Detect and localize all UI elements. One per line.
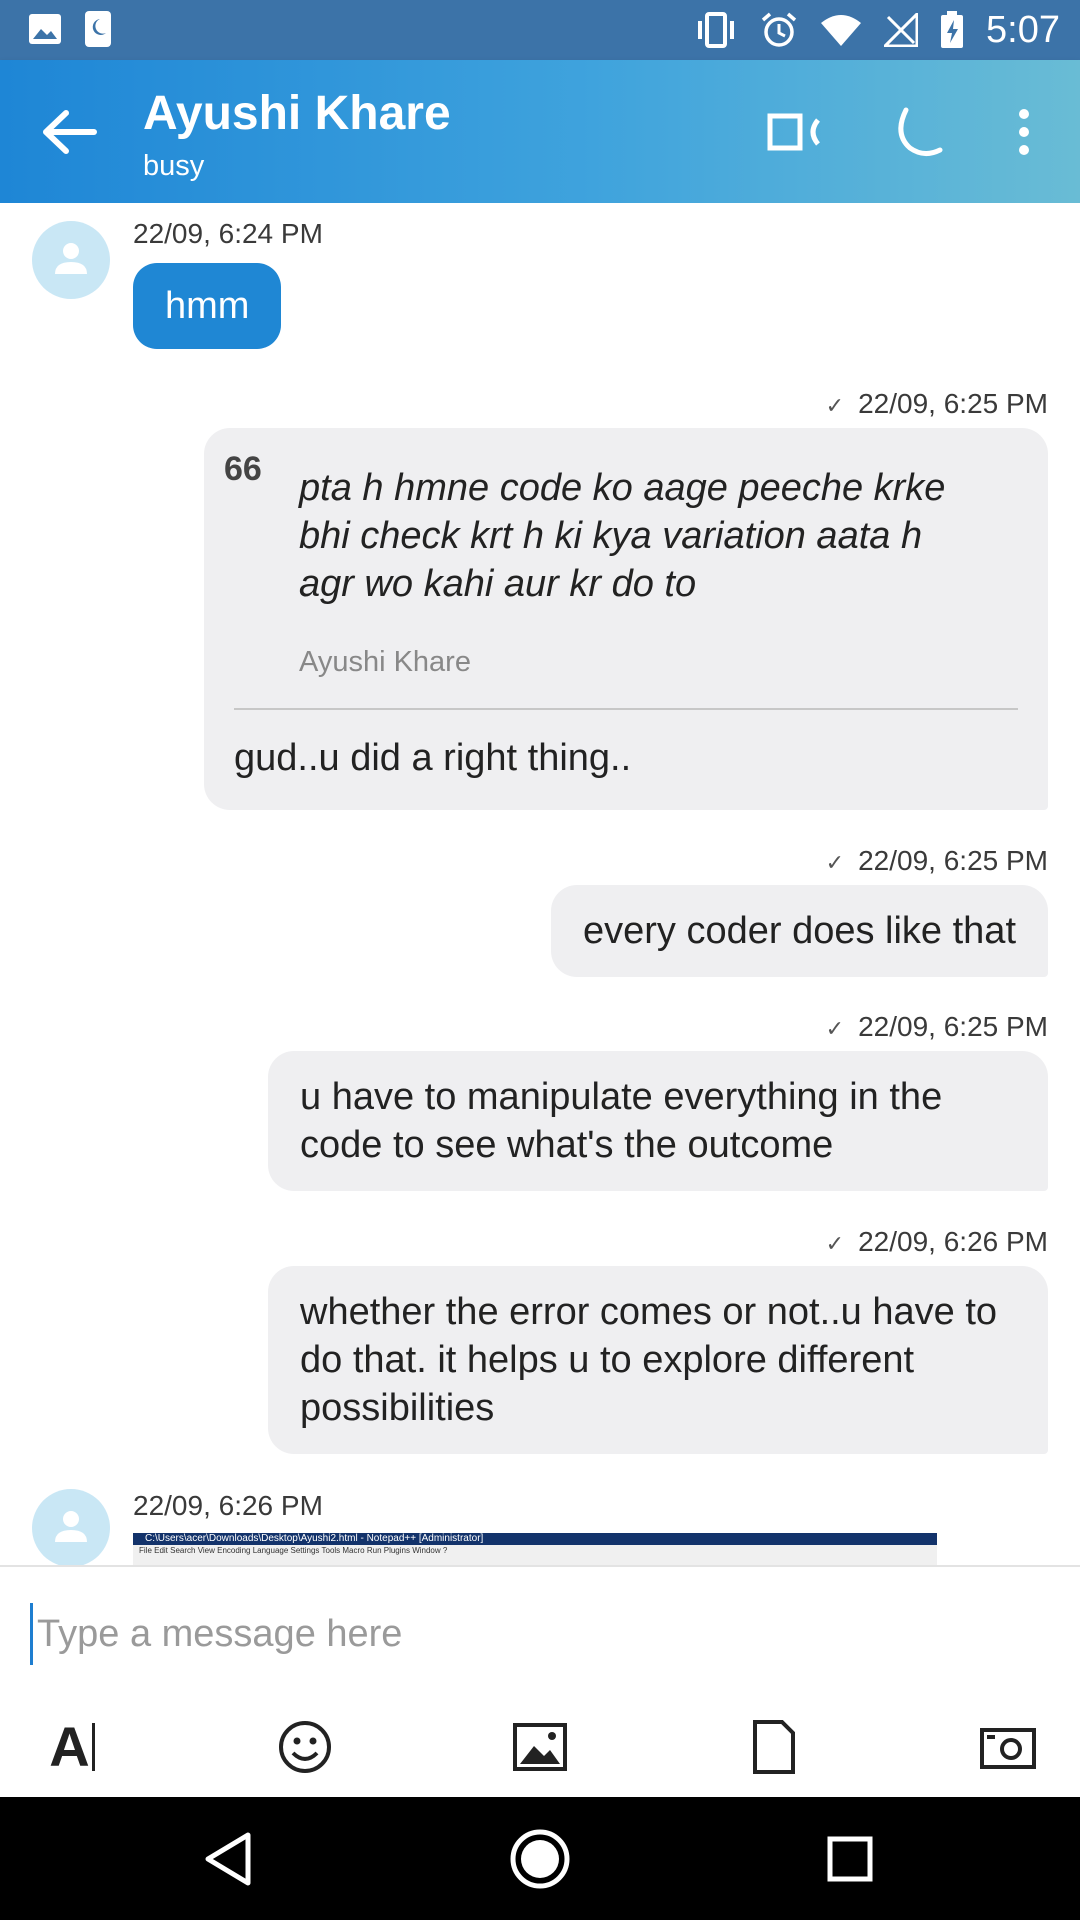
attachment-window-title: C:\Users\acer\Downloads\Desktop\Ayushi2.…	[145, 1533, 484, 1544]
more-vert-icon[interactable]	[1000, 104, 1048, 160]
outgoing-message-bubble[interactable]: every coder does like that	[550, 885, 1048, 977]
message-timestamp: 22/09, 6:26 PM	[133, 1490, 323, 1521]
back-arrow-icon[interactable]	[40, 104, 100, 160]
home-icon[interactable]	[508, 1827, 572, 1891]
chat-header: Ayushi Khare busy	[0, 60, 1080, 203]
message-list[interactable]: 22/09, 6:24 PM hmm ✓ 22/09, 6:25 PM 66 pt…	[0, 203, 1080, 1565]
no-sim-icon	[884, 13, 919, 47]
reply-text: gud..u did a right thing..	[234, 737, 632, 779]
do-not-disturb-icon	[84, 10, 112, 48]
emoji-icon[interactable]	[273, 1715, 337, 1779]
image-attach-icon[interactable]	[508, 1715, 572, 1779]
message-timestamp: 22/09, 6:24 PM	[133, 218, 323, 249]
quoted-text: pta h hmne code ko aage peeche krke bhi …	[299, 467, 946, 605]
contact-name[interactable]: Ayushi Khare	[143, 84, 451, 144]
outgoing-message-bubble[interactable]: u have to manipulate everything in the c…	[268, 1051, 1048, 1191]
back-icon[interactable]	[198, 1827, 262, 1891]
message-composer: A	[0, 1565, 1080, 1799]
alarm-icon	[760, 11, 798, 49]
message-input[interactable]	[30, 1603, 1039, 1665]
voice-call-icon[interactable]	[888, 104, 948, 160]
message-timestamp: ✓ 22/09, 6:25 PM	[825, 1011, 1048, 1042]
sent-check-icon: ✓	[825, 1231, 845, 1256]
image-attachment[interactable]: C:\Users\acer\Downloads\Desktop\Ayushi2.…	[133, 1533, 937, 1565]
vibrate-icon	[694, 12, 738, 48]
battery-charging-icon	[940, 11, 964, 49]
message-timestamp: ✓ 22/09, 6:25 PM	[825, 388, 1048, 419]
quote-divider	[234, 708, 1018, 710]
text-format-icon[interactable]: A	[40, 1715, 104, 1779]
outgoing-quoted-message-bubble[interactable]: 66 pta h hmne code ko aage peeche krke b…	[204, 428, 1048, 810]
incoming-message-bubble[interactable]: hmm	[133, 263, 282, 349]
quoted-author: Ayushi Khare	[299, 646, 471, 678]
clock-time: 5:07	[986, 9, 1060, 51]
status-bar: 5:07	[0, 0, 1080, 60]
image-icon	[28, 13, 62, 45]
sent-check-icon: ✓	[825, 1016, 845, 1041]
video-call-icon[interactable]	[766, 104, 826, 160]
system-nav-bar	[0, 1797, 1080, 1920]
file-attach-icon[interactable]	[742, 1715, 806, 1779]
quote-icon: 66	[224, 450, 262, 488]
message-timestamp: ✓ 22/09, 6:25 PM	[825, 845, 1048, 876]
wifi-icon	[820, 13, 862, 47]
message-timestamp: ✓ 22/09, 6:26 PM	[825, 1226, 1048, 1257]
contact-avatar[interactable]	[32, 221, 110, 299]
sent-check-icon: ✓	[825, 393, 845, 418]
outgoing-message-bubble[interactable]: whether the error comes or not..u have t…	[268, 1266, 1048, 1454]
contact-status: busy	[143, 150, 205, 182]
sent-check-icon: ✓	[825, 850, 845, 875]
attachment-menu-bar: File Edit Search View Encoding Language …	[133, 1545, 937, 1565]
camera-icon[interactable]	[976, 1715, 1040, 1779]
recents-icon[interactable]	[818, 1827, 882, 1891]
contact-avatar[interactable]	[32, 1489, 110, 1565]
